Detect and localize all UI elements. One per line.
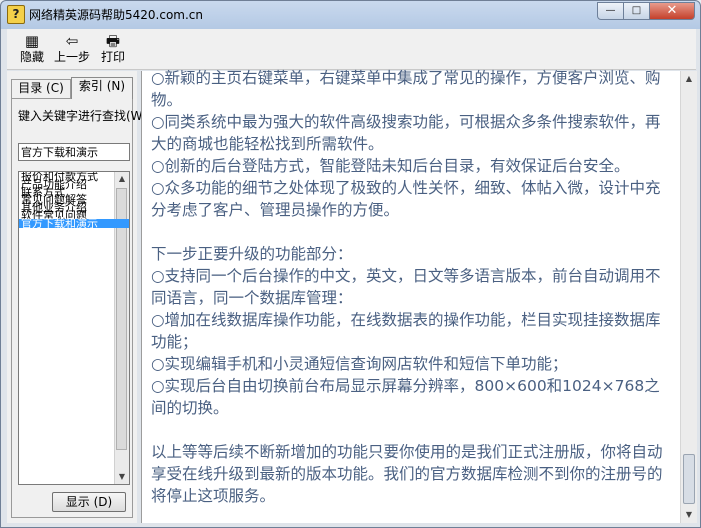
hide-panel-icon: ▦ <box>24 32 40 50</box>
maximize-button[interactable]: □ <box>623 2 650 20</box>
content-scroll-thumb[interactable] <box>683 454 695 504</box>
back-button[interactable]: ⇦ 上一步 <box>51 31 93 69</box>
tab-contents[interactable]: 目录 (C) <box>11 79 71 98</box>
help-window: ? 网络精英源码帮助5420.com.cn — □ ✕ ▦ 隐藏 ⇦ 上一步 🖶… <box>0 0 701 528</box>
content-paragraph: ○实现后台自由切换前台布局显示屏幕分辨率，800×600和1024×768之间的… <box>151 377 660 417</box>
content-paragraph: ○增加在线数据库操作功能，在线数据表的操作功能，栏目实现挂接数据库功能； <box>151 311 661 351</box>
content-paragraph: ○创新的后台登陆方式，智能登陆未知后台目录，有效保证后台安全。 <box>151 157 630 175</box>
scroll-down-arrow-icon[interactable]: ▼ <box>681 507 697 523</box>
tab-index[interactable]: 索引 (N) <box>71 77 133 99</box>
content-paragraph: 以上等等后续不断新增加的功能只要你使用的是我们正式注册版，你将自动享受在线升级到… <box>151 443 663 505</box>
hide-button[interactable]: ▦ 隐藏 <box>11 31 53 69</box>
topic-content: ○新颖的主页右键菜单，右键菜单中集成了常见的操作，方便客户浏览、购物。 ○同类系统… <box>141 69 697 523</box>
navigation-pane: 目录 (C) 索引 (N) 键入关键字进行查找(W) 报价和付款方式 产品功能介… <box>7 71 147 523</box>
index-list[interactable]: 报价和付款方式 产品功能介绍 联系方式 常见问题解答 其他业务介绍 软件常见问题… <box>18 171 130 485</box>
printer-icon: 🖶 <box>105 32 121 50</box>
title-bar[interactable]: ? 网络精英源码帮助5420.com.cn — □ ✕ <box>1 1 700 27</box>
close-button[interactable]: ✕ <box>649 2 695 20</box>
scroll-down-arrow-icon[interactable]: ▼ <box>115 470 129 484</box>
content-paragraph: ○众多功能的细节之处体现了极致的人性关怀，细致、体帖入微，设计中充分考虑了客户、… <box>151 179 661 219</box>
back-arrow-icon: ⇦ <box>65 32 79 50</box>
back-button-label: 上一步 <box>53 50 90 64</box>
content-paragraph: ○实现编辑手机和小灵通短信查询网店软件和短信下单功能； <box>151 355 568 373</box>
keyword-input[interactable] <box>18 143 130 161</box>
index-panel: 键入关键字进行查找(W) 报价和付款方式 产品功能介绍 联系方式 常见问题解答 … <box>11 98 147 518</box>
help-question-icon: ? <box>7 5 25 24</box>
print-button-label: 打印 <box>100 50 125 64</box>
scroll-up-arrow-icon[interactable]: ▲ <box>681 71 697 87</box>
content-paragraph: ○新颖的主页右键菜单，右键菜单中集成了常见的操作，方便客户浏览、购物。 <box>151 69 661 109</box>
content-paragraph: ○支持同一个后台操作的中文，英文，日文等多语言版本，前台自动调用不同语言，同一个… <box>151 267 661 307</box>
list-item-selected[interactable]: 官方下载和演示 <box>19 218 129 229</box>
topic-text: ○新颖的主页右键菜单，右键菜单中集成了常见的操作，方便客户浏览、购物。 ○同类系统… <box>151 67 671 507</box>
content-scrollbar[interactable]: ▲ ▼ <box>680 71 697 523</box>
content-paragraph: ○同类系统中最为强大的软件高级搜索功能，可根据众多条件搜索软件，再大的商城也能轻… <box>151 113 661 153</box>
print-button[interactable]: 🖶 打印 <box>95 31 131 69</box>
minimize-button[interactable]: — <box>597 2 624 20</box>
window-title: 网络精英源码帮助5420.com.cn <box>29 8 204 22</box>
keyword-label: 键入关键字进行查找(W) <box>18 109 148 123</box>
toolbar: ▦ 隐藏 ⇦ 上一步 🖶 打印 <box>7 29 696 70</box>
show-button[interactable]: 显示 (D) <box>52 492 126 512</box>
content-paragraph: 下一步正要升级的功能部分： <box>151 245 353 263</box>
hide-button-label: 隐藏 <box>19 50 44 64</box>
